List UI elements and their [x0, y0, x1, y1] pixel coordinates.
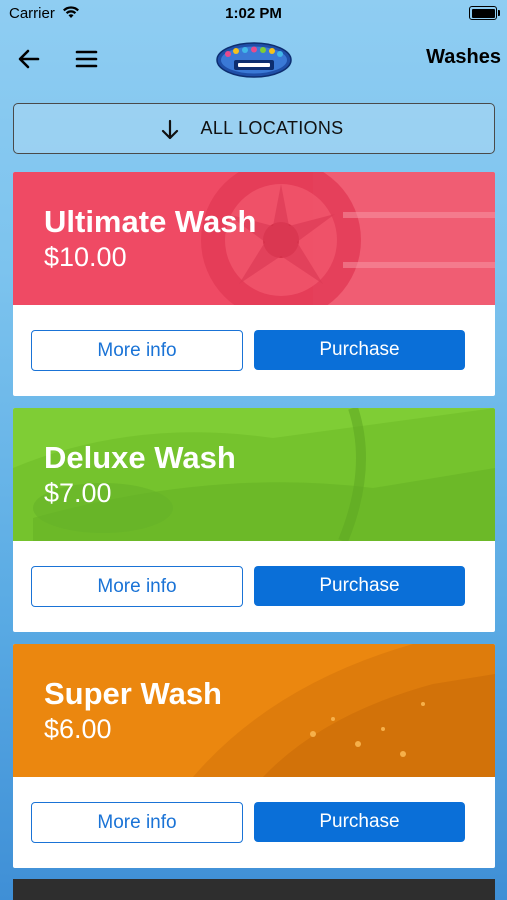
- back-arrow-icon[interactable]: [14, 44, 44, 74]
- wash-price: $7.00: [44, 478, 112, 508]
- status-bar: Carrier 1:02 PM: [0, 0, 507, 28]
- wash-banner: Super Wash $6.00: [13, 644, 495, 777]
- wash-name: Super Wash: [44, 676, 222, 711]
- more-info-button[interactable]: More info: [31, 802, 243, 843]
- wash-banner: Deluxe Wash $7.00: [13, 408, 495, 541]
- navigation-bar: Washes: [0, 36, 507, 82]
- purchase-button[interactable]: Purchase: [254, 330, 465, 370]
- wash-banner: Ultimate Wash $10.00: [13, 172, 495, 305]
- clock: 1:02 PM: [225, 5, 282, 22]
- location-filter-label: ALL LOCATIONS: [200, 118, 344, 138]
- brand-logo[interactable]: [214, 40, 294, 80]
- wash-name: Ultimate Wash: [44, 204, 257, 239]
- arrow-down-icon: [159, 119, 181, 141]
- battery-icon: [469, 6, 500, 20]
- page-title: Washes: [426, 46, 501, 68]
- more-info-button[interactable]: More info: [31, 566, 243, 607]
- wash-price: $6.00: [44, 714, 112, 744]
- wash-price: $10.00: [44, 242, 127, 272]
- wash-card-deluxe: Deluxe Wash $7.00 More info Purchase: [13, 408, 495, 632]
- more-info-button[interactable]: More info: [31, 330, 243, 371]
- wash-card-super: Super Wash $6.00 More info Purchase: [13, 644, 495, 868]
- wash-card-ultimate: Ultimate Wash $10.00 More info Purchase: [13, 172, 495, 396]
- location-filter-button[interactable]: ALL LOCATIONS: [13, 103, 495, 154]
- purchase-button[interactable]: Purchase: [254, 802, 465, 842]
- hamburger-menu-icon[interactable]: [72, 44, 102, 74]
- wash-card-partial: [13, 879, 495, 900]
- purchase-button[interactable]: Purchase: [254, 566, 465, 606]
- wash-name: Deluxe Wash: [44, 440, 236, 475]
